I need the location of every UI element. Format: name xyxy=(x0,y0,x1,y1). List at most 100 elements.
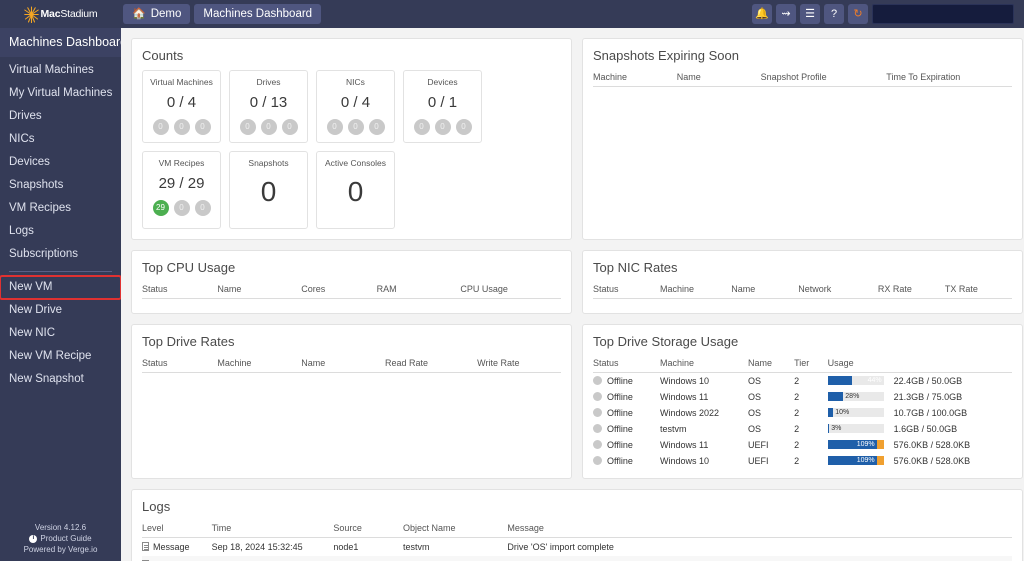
sidebar-item-vm-recipes[interactable]: VM Recipes xyxy=(0,197,121,220)
count-card[interactable]: Snapshots 0 xyxy=(229,151,308,229)
table-row[interactable]: MessageSep 18, 2024 15:32:45node1testvmR… xyxy=(142,556,1012,561)
sidebar-item-subscriptions[interactable]: Subscriptions xyxy=(0,243,121,266)
table-row[interactable]: Offline Windows 10 UEFI 2 109% 576.0KB / 528.… xyxy=(593,453,1012,469)
usage-bar-percent: 10% xyxy=(835,409,850,416)
table-row[interactable]: Offline Windows 11 UEFI 2 109% 576.0KB / 528.… xyxy=(593,437,1012,453)
machine-cell: Windows 2022 xyxy=(660,408,720,418)
sidebar-item-label: NICs xyxy=(9,133,35,145)
sidebar-item-new-nic[interactable]: New NIC xyxy=(0,322,121,345)
column-header[interactable]: RAM xyxy=(376,282,461,299)
level-cell: Message xyxy=(142,538,212,557)
column-header[interactable]: Machine xyxy=(660,282,732,299)
column-header[interactable]: Usage xyxy=(827,356,1012,373)
count-badge: 0 xyxy=(434,119,451,135)
column-header[interactable]: Snapshot Profile xyxy=(760,70,887,87)
top-nic-table-wrap: Status Machine Name Network RX Rate TX Rate xyxy=(583,282,1022,313)
top-cpu-card: Top CPU Usage Status Name Cores RAM CPU Usag… xyxy=(131,250,572,314)
help-icon[interactable]: ? xyxy=(824,4,844,24)
column-header[interactable]: Write Rate xyxy=(477,356,561,373)
table-row[interactable]: Offline Windows 2022 OS 2 10% 10.7GB / 100.0G… xyxy=(593,405,1012,421)
column-header[interactable]: Name xyxy=(217,282,302,299)
brand-name-rest: Stadium xyxy=(60,8,98,20)
count-card[interactable]: Devices 0 / 1000 xyxy=(403,70,482,143)
status-dot-icon xyxy=(593,376,602,385)
count-card[interactable]: Drives 0 / 13 0 0 0 xyxy=(229,70,308,143)
count-card[interactable]: VM Recipes 29 / 29 29 0 0 xyxy=(142,151,221,229)
count-card[interactable]: Virtual Machines 0 / 4000 xyxy=(142,70,221,143)
column-header[interactable]: Name xyxy=(301,356,385,373)
brand-name-bold: Mac xyxy=(40,8,61,20)
search-input[interactable] xyxy=(872,4,1014,24)
status-dot-icon xyxy=(593,408,602,417)
usage-text: 576.0KB / 528.0KB xyxy=(893,440,971,450)
column-header[interactable]: Machine xyxy=(217,356,302,373)
product-guide-link[interactable]: i Product Guide xyxy=(6,533,115,544)
nav-button-machines-dashboard[interactable]: Machines Dashboard xyxy=(194,4,322,24)
count-card-value: 0 xyxy=(347,176,364,207)
top-nic-title: Top NIC Rates xyxy=(593,260,678,275)
bell-glyph: 🔔 xyxy=(755,7,769,20)
column-header[interactable]: Time xyxy=(211,521,334,538)
sidebar-item-logs[interactable]: Logs xyxy=(0,220,121,243)
column-header[interactable]: Read Rate xyxy=(385,356,478,373)
count-card[interactable]: NICs 0 / 4000 xyxy=(316,70,395,143)
column-header[interactable]: Machine xyxy=(660,356,749,373)
sidebar-item-new-vm[interactable]: New VM xyxy=(0,275,122,300)
usage-bar-percent: 44% xyxy=(867,377,882,384)
sidebar-item-snapshots[interactable]: Snapshots xyxy=(0,174,121,197)
usage-text: 10.7GB / 100.0GB xyxy=(893,408,968,418)
sidebar-item-new-drive[interactable]: New Drive xyxy=(0,299,121,322)
count-badge: 29 xyxy=(152,200,169,216)
column-header[interactable]: Name xyxy=(676,70,761,87)
column-header[interactable]: Message xyxy=(507,521,1012,538)
top-drive-rates-table: Status Machine Name Read Rate Write Rate xyxy=(142,356,561,373)
column-header[interactable]: Cores xyxy=(301,282,377,299)
usage-bar: 109% xyxy=(827,456,884,465)
column-header[interactable]: Status xyxy=(142,356,218,373)
table-header-row: Level Time Source Object Name Message xyxy=(142,521,1012,538)
column-header[interactable]: Object Name xyxy=(402,521,508,538)
sidebar-item-my-virtual-machines[interactable]: My Virtual Machines xyxy=(0,82,121,105)
table-row[interactable]: Offline testvm OS 2 3% 1.6GB / 50.0GB xyxy=(593,421,1012,437)
status-label: Offline xyxy=(607,440,633,450)
status-cell: Offline xyxy=(593,389,660,405)
column-header[interactable]: TX Rate xyxy=(944,282,1012,299)
dashboard-grid: Counts Virtual Machines 0 / 4 0 0 0 Drives 0 /… xyxy=(131,38,1023,561)
column-header[interactable]: Status xyxy=(142,282,218,299)
sidebar-item-devices[interactable]: Devices xyxy=(0,151,121,174)
logs-title: Logs xyxy=(142,499,171,514)
snapshots-expiring-title: Snapshots Expiring Soon xyxy=(593,48,739,63)
table-row[interactable]: Message Sep 18, 2024 15:32:45 node1 testvm D… xyxy=(142,538,1012,557)
monitor-icon[interactable]: ☰ xyxy=(800,4,820,24)
sidebar-item-new-vm-recipe[interactable]: New VM Recipe xyxy=(0,345,121,368)
sidebar-item-new-snapshot[interactable]: New Snapshot xyxy=(0,368,121,391)
column-header[interactable]: Level xyxy=(142,521,212,538)
nav-button-demo[interactable]: 🏠 Demo xyxy=(123,4,191,24)
sidebar-item-label: New Drive xyxy=(9,304,63,316)
column-header[interactable]: Name xyxy=(748,356,795,373)
brand-logo[interactable]: MacStadium xyxy=(0,0,121,28)
column-header[interactable]: Status xyxy=(593,356,661,373)
name-cell: OS xyxy=(748,392,762,402)
column-header[interactable]: CPU Usage xyxy=(460,282,561,299)
usage-cell: 28% 21.3GB / 75.0GB xyxy=(827,389,1012,405)
column-header[interactable]: Network xyxy=(798,282,878,299)
count-card[interactable]: Active Consoles 0 xyxy=(316,151,395,229)
counts-row: Virtual Machines 0 / 4 0 0 0 Drives 0 / 13 0 0 0 N… xyxy=(132,70,571,239)
column-header[interactable]: Tier xyxy=(794,356,828,373)
rss-icon[interactable]: ⇝ xyxy=(776,4,796,24)
table-row[interactable]: Offline Windows 11 OS 2 28% 21.3GB / 75.0GB xyxy=(593,389,1012,405)
column-header[interactable]: Status xyxy=(593,282,661,299)
column-header[interactable]: RX Rate xyxy=(877,282,945,299)
bell-icon[interactable]: 🔔 xyxy=(752,4,772,24)
sidebar-item-drives[interactable]: Drives xyxy=(0,105,121,128)
column-header[interactable]: Name xyxy=(731,282,799,299)
column-header[interactable]: Time To Expiration xyxy=(886,70,1012,87)
sidebar-item-virtual-machines[interactable]: Virtual Machines xyxy=(0,59,121,82)
table-row[interactable]: Offline Windows 10 OS 2 44% 22.4GB / 50.0GB xyxy=(593,373,1012,390)
column-header[interactable]: Source xyxy=(333,521,403,538)
refresh-icon[interactable]: ↻ xyxy=(848,4,868,24)
column-header[interactable]: Machine xyxy=(593,70,677,87)
sidebar-item-nics[interactable]: NICs xyxy=(0,128,121,151)
sidebar-item-label: Virtual Machines xyxy=(9,64,94,76)
